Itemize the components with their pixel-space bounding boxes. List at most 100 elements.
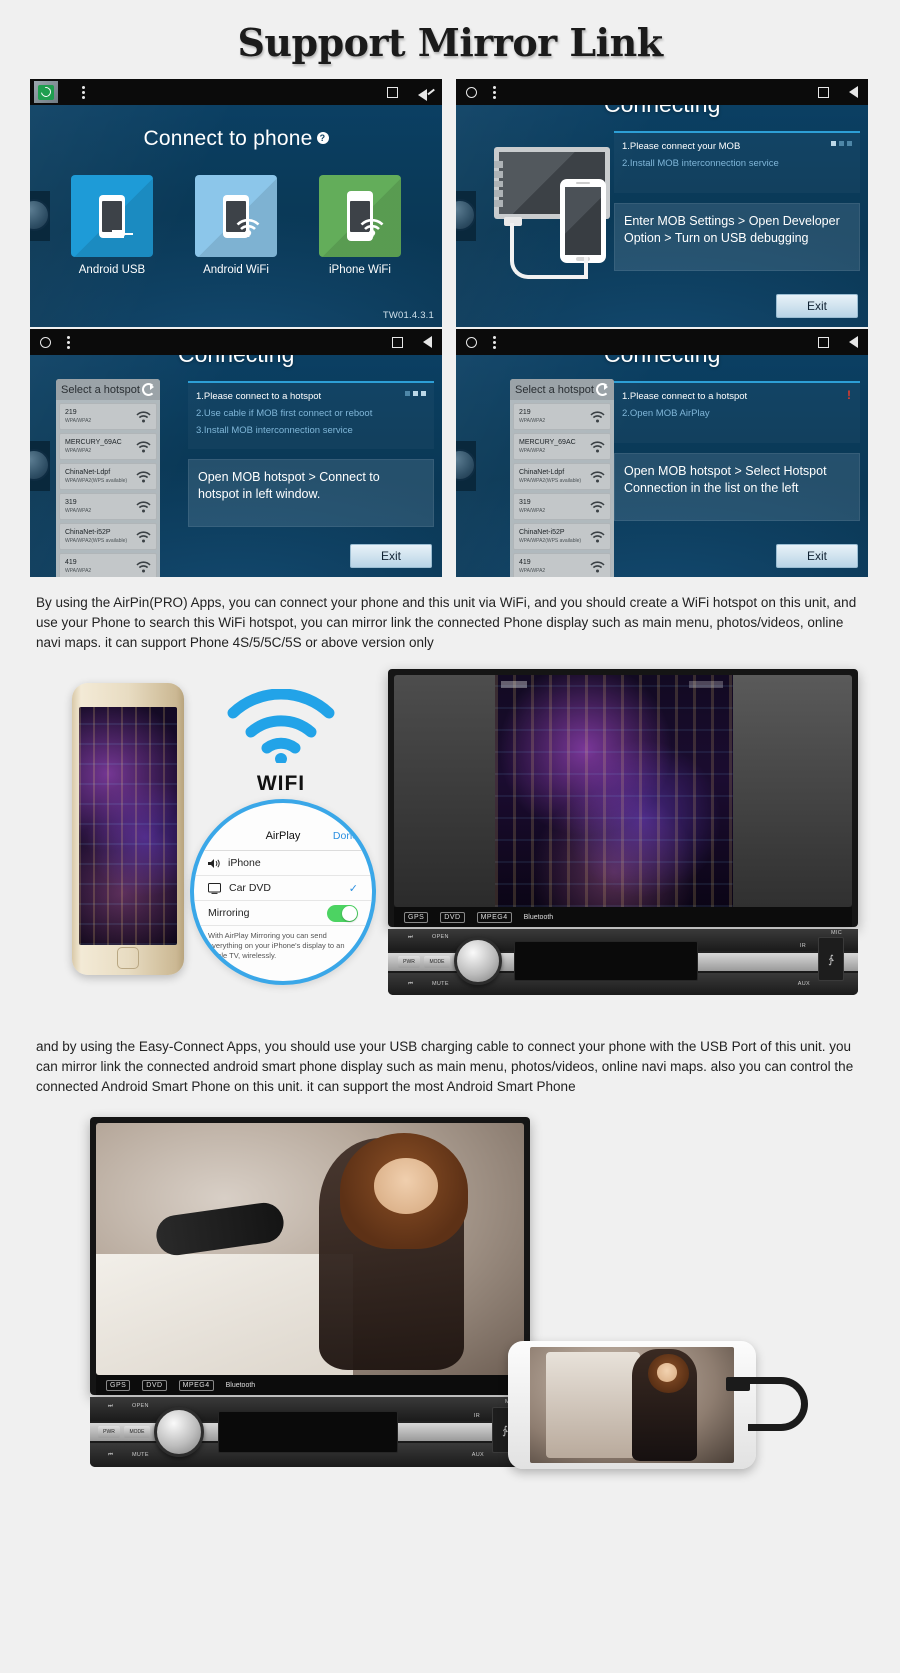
airplay-row-car-dvd[interactable]: Car DVD ✓ (194, 876, 372, 901)
label-aux: AUX (471, 1452, 484, 1458)
volume-knob[interactable] (154, 1407, 204, 1457)
wifi-icon (136, 440, 151, 452)
overflow-menu-icon[interactable] (493, 85, 496, 99)
mirroring-toggle[interactable] (327, 904, 358, 922)
recent-apps-icon[interactable] (392, 336, 403, 348)
recent-apps-icon[interactable] (818, 86, 829, 98)
person-face (374, 1158, 439, 1214)
list-item[interactable]: MERCURY_69AC WPA/WPA2 (59, 433, 157, 460)
screen-connecting-hotspot-android: Connecting Select a hotspot 219 WPA/WPA2 (30, 329, 442, 577)
tile-iphone-wifi[interactable]: iPhone WiFi (319, 175, 401, 276)
wifi-logo: WIFI (226, 688, 336, 796)
network-ssid: MERCURY_69AC (65, 439, 122, 447)
flip-out-screen: GPS DVD MPEG4 Bluetooth (90, 1117, 530, 1395)
badge-bluetooth: Bluetooth (523, 913, 554, 921)
recent-apps-icon[interactable] (818, 336, 829, 348)
step-item: 3.Install MOB interconnection service (196, 425, 353, 436)
back-icon[interactable] (423, 336, 432, 348)
overflow-menu-icon[interactable] (67, 335, 70, 349)
network-ssid: 219 (65, 409, 77, 417)
help-icon[interactable]: ? (316, 132, 329, 144)
exit-button[interactable]: Exit (776, 544, 858, 568)
video-frame (96, 1123, 524, 1375)
tile-label: Android USB (78, 264, 146, 276)
power-button[interactable]: PWR (98, 1426, 120, 1438)
home-icon[interactable] (466, 86, 477, 98)
usb-cable-icon (112, 230, 133, 238)
mode-button[interactable]: MODE (424, 956, 450, 968)
back-icon[interactable] (849, 86, 858, 98)
android-status-bar (456, 329, 868, 355)
airpin-description: By using the AirPin(PRO) Apps, you can c… (36, 595, 857, 650)
recent-apps-icon[interactable] (387, 86, 398, 98)
tile-android-wifi[interactable]: Android WiFi (195, 175, 277, 276)
airplay-row-mirroring[interactable]: Mirroring (194, 901, 372, 926)
list-item[interactable]: 319 WPA/WPA2 (59, 493, 157, 520)
page-heading: Connect to phone? (30, 127, 442, 151)
mirroring-label: Mirroring (208, 907, 250, 919)
network-security: WPA/WPA2 (65, 447, 92, 454)
progress-dots (831, 141, 852, 146)
badge-mpeg4: MPEG4 (476, 911, 512, 923)
usb-cable-segment (584, 257, 588, 279)
instruction-panel: 1.Please connect to a hotspot 2.Use cabl… (188, 381, 434, 527)
list-item[interactable]: 419 WPA/WPA2 (513, 553, 611, 577)
badge-gps: GPS (106, 1379, 131, 1391)
hotspot-list-header: Select a hotspot (56, 379, 160, 400)
airplay-device-label: Car DVD (229, 882, 272, 894)
step-item: 1.Please connect to a hotspot (622, 391, 748, 402)
hotspot-list-header: Select a hotspot (510, 379, 614, 400)
done-button[interactable]: Done (333, 830, 358, 842)
refresh-icon[interactable] (596, 383, 609, 396)
mute-icon[interactable] (418, 86, 432, 101)
feature-badges: GPS DVD MPEG4 Bluetooth (394, 907, 852, 927)
wifi-icon (590, 530, 605, 542)
refresh-icon[interactable] (142, 383, 155, 396)
hint-box: Enter MOB Settings > Open Developer Opti… (614, 203, 860, 271)
exit-button[interactable]: Exit (776, 294, 858, 318)
network-ssid: 419 (519, 559, 531, 567)
list-item[interactable]: 319 WPA/WPA2 (513, 493, 611, 520)
exit-button[interactable]: Exit (350, 544, 432, 568)
list-item[interactable]: 419 WPA/WPA2 (59, 553, 157, 577)
network-ssid: 319 (65, 499, 77, 507)
home-icon[interactable] (40, 336, 51, 348)
usb-connection-illustration (486, 139, 626, 289)
mode-button[interactable]: MODE (124, 1426, 150, 1438)
app-logo-icon[interactable] (34, 81, 58, 103)
network-ssid: ChinaNet-i52P (65, 529, 111, 537)
list-item[interactable]: 219 WPA/WPA2 (59, 403, 157, 430)
list-item[interactable]: ChinaNet-i52P WPA/WPA2(WPS available) (513, 523, 611, 550)
wifi-icon (236, 218, 260, 237)
list-item[interactable]: ChinaNet-Ldpf WPA/WPA2(WPS available) (59, 463, 157, 490)
head-unit-front-panel: ∱ ⏭ OPEN PWR MODE ⏮ MUTE IR AUX MIC (90, 1397, 530, 1467)
network-security: WPA/WPA2 (519, 507, 546, 514)
home-icon[interactable] (466, 336, 477, 348)
step-item: 2.Install MOB interconnection service (622, 158, 779, 169)
list-item[interactable]: ChinaNet-Ldpf WPA/WPA2(WPS available) (513, 463, 611, 490)
lcd-display (218, 1411, 398, 1453)
badge-bluetooth: Bluetooth (225, 1381, 256, 1389)
network-security: WPA/WPA2 (519, 447, 546, 454)
network-security: WPA/WPA2 (65, 507, 92, 514)
wifi-icon (590, 500, 605, 512)
network-security: WPA/WPA2 (519, 417, 546, 424)
instruction-panel: ! 1.Please connect to a hotspot 2.Open M… (614, 381, 860, 521)
list-item[interactable]: ChinaNet-i52P WPA/WPA2(WPS available) (59, 523, 157, 550)
iphone-device-photo (72, 683, 184, 975)
overflow-menu-icon[interactable] (82, 85, 85, 99)
tile-android-usb[interactable]: Android USB (71, 175, 153, 276)
back-icon[interactable] (849, 336, 858, 348)
firmware-version: TW01.4.3.1 (382, 310, 434, 321)
airplay-device-label: iPhone (228, 857, 261, 869)
usb-port[interactable]: ∱ (818, 937, 844, 981)
power-button[interactable]: PWR (398, 956, 420, 968)
volume-knob[interactable] (454, 937, 502, 985)
tile-icon-box (319, 175, 401, 257)
wifi-label: WIFI (256, 772, 306, 795)
wifi-icon (136, 530, 151, 542)
airplay-row-iphone[interactable]: iPhone (194, 851, 372, 876)
list-item[interactable]: MERCURY_69AC WPA/WPA2 (513, 433, 611, 460)
overflow-menu-icon[interactable] (493, 335, 496, 349)
list-item[interactable]: 219 WPA/WPA2 (513, 403, 611, 430)
